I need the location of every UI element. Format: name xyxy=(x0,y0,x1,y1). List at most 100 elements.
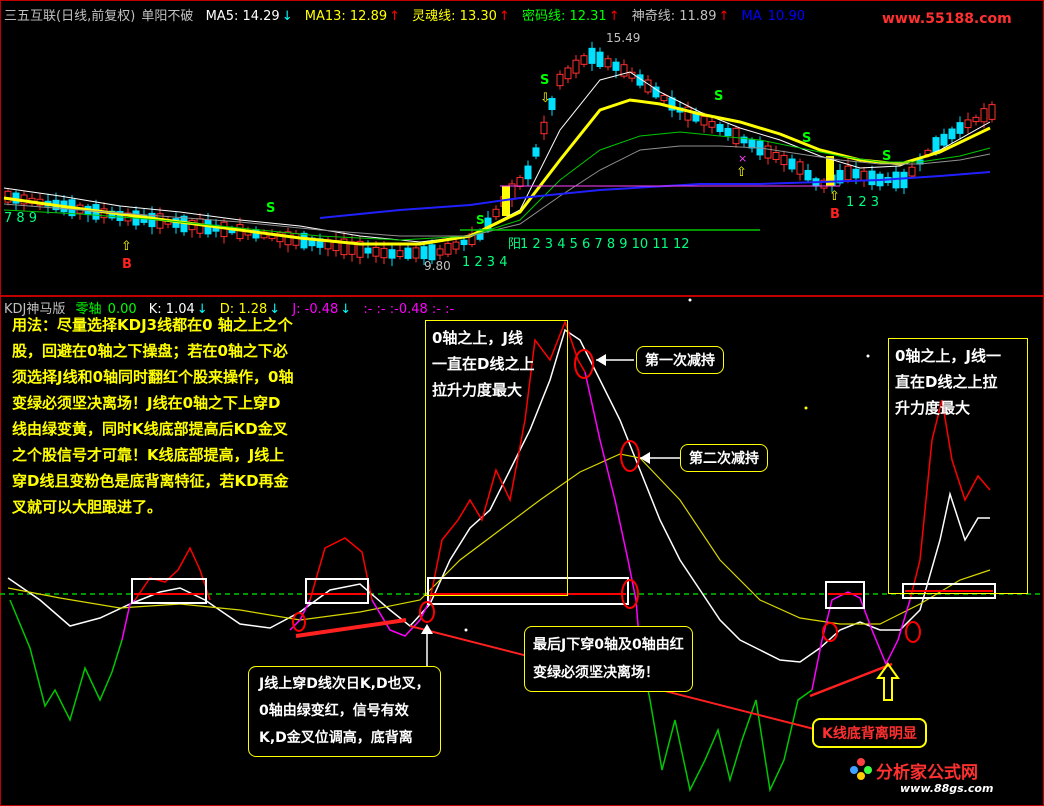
candle-body xyxy=(404,247,412,259)
sell-marker-2: S⇩ xyxy=(540,73,551,106)
candle-body xyxy=(796,161,804,175)
box-note-mid: 0轴之上，J线 一直在D线之上 拉升力度最大 xyxy=(425,320,568,596)
candle-body xyxy=(972,116,980,123)
candle-body xyxy=(868,170,876,186)
callout-line: 变绿必须坚决离场！ xyxy=(533,665,659,681)
usage-line: 变绿必须坚决离场！J线在0轴之下上穿D xyxy=(12,394,281,412)
bottom-left-callout: J线上穿D线次日K,D也叉， 0轴由绿变红，信号有效 K,D金叉位调高，底背离 xyxy=(248,666,441,757)
candle-body xyxy=(532,147,540,157)
sell-marker-1: S xyxy=(266,201,275,216)
svg-text:⇧: ⇧ xyxy=(121,239,132,254)
j-line-red-2 xyxy=(309,537,373,601)
candle-body xyxy=(604,58,612,68)
sell-marker-3: S xyxy=(714,89,723,104)
callout-line: J线上穿D线次日K,D也叉， xyxy=(259,676,430,692)
candle-body xyxy=(772,151,780,161)
dot-marker xyxy=(866,354,870,358)
box-note-right: 0轴之上，J线一 直在D线之上拉 升力度最大 xyxy=(888,338,1028,594)
usage-line: 用法：尽量选择KDJ3线都在0 轴之上之个 xyxy=(12,316,293,334)
usage-note: 用法：尽量选择KDJ3线都在0 轴之上之个 股，回避在0轴之下操盘；若在0轴之下… xyxy=(12,312,358,520)
box-note-line: 0轴之上，J线 xyxy=(432,329,524,347)
count-left: 7 8 9 xyxy=(4,211,37,226)
candle-body xyxy=(300,232,308,249)
candle-body xyxy=(780,154,788,166)
callout-line: 最后J下穿0轴及0轴由红 xyxy=(533,637,684,653)
candle-body xyxy=(908,166,916,177)
svg-text:B: B xyxy=(830,207,840,222)
dot-marker xyxy=(688,298,692,302)
svg-text:S: S xyxy=(882,149,891,164)
trendline-2 xyxy=(809,662,893,698)
svg-text:S: S xyxy=(476,213,485,227)
candle-body xyxy=(564,67,572,80)
dot-marker xyxy=(804,406,808,410)
candle-body xyxy=(444,242,452,255)
candlesticks xyxy=(4,41,996,267)
candle-body xyxy=(612,61,620,71)
candle-body xyxy=(492,208,500,218)
candle-body xyxy=(580,55,588,65)
candle-body xyxy=(436,248,444,256)
reduce-first-callout: 第一次减持 xyxy=(636,346,724,374)
up-arrow-marker: ⇧× xyxy=(736,152,747,180)
candle-body xyxy=(732,127,740,145)
candle-body xyxy=(964,119,972,129)
candle-body xyxy=(4,190,12,203)
circle-marker-3 xyxy=(574,349,594,379)
divergence-callout: K线底背离明显 xyxy=(812,718,927,748)
box-note-line: 拉升力度最大 xyxy=(432,381,523,399)
candle-body xyxy=(748,139,756,149)
usage-line: 穿D线且变粉色是底背离特征，若KD再金 xyxy=(12,472,289,490)
arrowhead-reduce2 xyxy=(640,452,650,464)
box-note-line: 一直在D线之上 xyxy=(432,355,535,373)
candle-body xyxy=(660,94,668,102)
svg-text:S: S xyxy=(714,89,723,104)
svg-text:S: S xyxy=(540,73,549,88)
usage-line: 线由绿变黄，同时K线底部提高后KD金叉 xyxy=(12,420,288,438)
j-line-green xyxy=(9,599,123,723)
svg-text:S: S xyxy=(266,201,275,216)
candle-body xyxy=(948,128,956,140)
candle-body xyxy=(588,47,596,64)
box-note-line: 0轴之上，J线一 xyxy=(895,347,1002,365)
candle-body xyxy=(452,241,460,250)
reduce-second-callout: 第二次减持 xyxy=(680,444,768,472)
candle-body xyxy=(596,51,604,68)
usage-line: 须选择J线和0轴同时翻红个股来操作，0轴 xyxy=(12,368,294,386)
svg-text:×: × xyxy=(738,152,747,165)
price-chart: 15.49 9.80 7 8 9 1 2 3 4 阳 1 2 3 4 5 6 7… xyxy=(3,31,996,273)
candle-body xyxy=(396,250,404,258)
sell-marker-5: S xyxy=(882,149,891,164)
candle-body xyxy=(388,249,396,259)
high-price-label: 15.49 xyxy=(606,31,640,45)
candle-body xyxy=(292,233,300,246)
logo-icon xyxy=(850,758,872,780)
svg-text:⇧: ⇧ xyxy=(736,165,747,180)
candle-body xyxy=(372,246,380,257)
candle-body xyxy=(380,247,388,259)
candle-body xyxy=(804,169,812,181)
candle-body xyxy=(420,246,428,260)
circle-marker-7 xyxy=(905,621,921,643)
svg-text:⇧: ⇧ xyxy=(829,189,840,204)
low-price-label: 9.80 xyxy=(424,259,451,273)
dot-marker xyxy=(464,628,468,632)
candle-body xyxy=(860,170,868,181)
usage-line: 之个股信号才可靠！K线底部提高，J线上 xyxy=(12,446,285,464)
arrowhead-reduce1 xyxy=(596,354,606,366)
candle-body xyxy=(428,244,436,261)
count-mid: 1 2 3 4 xyxy=(462,255,507,270)
chart-window: 三五互联(日线,前复权) 单阳不破 MA5: 14.29 ↓ MA13: 12.8… xyxy=(0,0,1044,806)
buy-marker-2: B⇧ xyxy=(829,189,840,222)
usage-line: 叉就可以大胆跟进了。 xyxy=(12,498,163,516)
candle-body xyxy=(724,127,732,137)
candle-body xyxy=(788,158,796,170)
buy-marker-1: B⇧ xyxy=(121,239,132,272)
callout-line: K,D金叉位调高，底背离 xyxy=(259,730,413,746)
candle-body xyxy=(764,145,772,159)
candle-body xyxy=(844,165,852,181)
svg-text:B: B xyxy=(122,257,132,272)
candle-body xyxy=(900,171,908,189)
candle-body xyxy=(524,165,532,180)
logo-url: www.88gs.com xyxy=(900,782,994,795)
